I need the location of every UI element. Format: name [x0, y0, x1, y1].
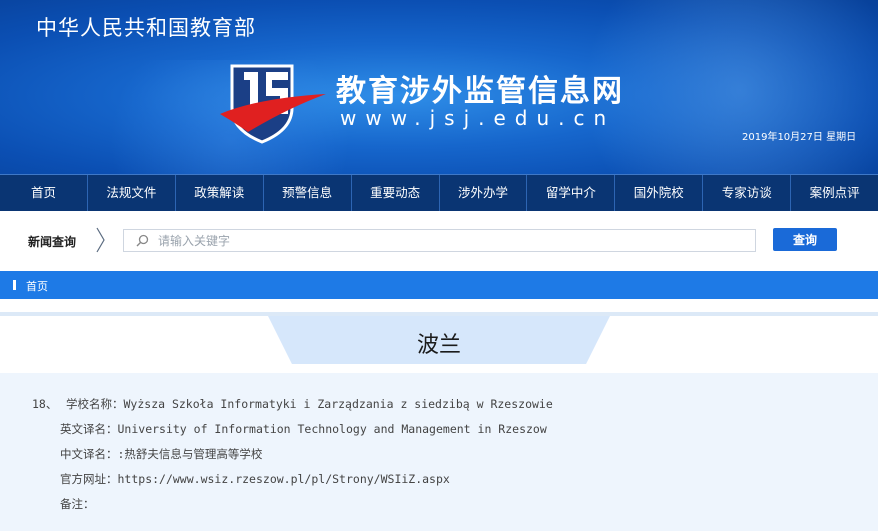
search-button[interactable]: 查询 [773, 228, 837, 251]
site-banner: 中华人民共和国教育部 教育涉外监管信息网 www.jsj.edu.cn 2019… [0, 0, 878, 174]
chinese-name: 中文译名：:热舒夫信息与管理高等学校 [60, 447, 263, 461]
nav-case-reviews[interactable]: 案例点评 [791, 175, 878, 211]
search-label: 新闻查询 [28, 235, 77, 249]
main-nav: 首页 法规文件 政策解读 预警信息 重要动态 涉外办学 留学中介 国外院校 专家… [0, 174, 878, 211]
site-title: 教育涉外监管信息网 [336, 74, 624, 109]
school-name: 学校名称：Wyższa Szkoła Informatyki i Zarządz… [66, 397, 553, 411]
nav-important-news[interactable]: 重要动态 [352, 175, 440, 211]
news-search-bar: 新闻查询 查询 [0, 211, 878, 269]
breadcrumb: 首页 [0, 271, 878, 299]
site-url: www.jsj.edu.cn [340, 106, 616, 130]
country-header: 波兰 [0, 312, 878, 364]
search-icon [136, 234, 149, 247]
search-input[interactable] [158, 230, 748, 251]
nav-foreign-institutions[interactable]: 国外院校 [615, 175, 704, 211]
breadcrumb-home-link[interactable]: 首页 [26, 278, 48, 294]
nav-home[interactable]: 首页 [0, 175, 88, 211]
nav-regulations[interactable]: 法规文件 [88, 175, 176, 211]
jsj-logo-icon [220, 64, 326, 144]
nav-expert-interviews[interactable]: 专家访谈 [703, 175, 792, 211]
breadcrumb-marker [13, 280, 16, 290]
country-name: 波兰 [416, 333, 461, 358]
ministry-name: 中华人民共和国教育部 [36, 16, 256, 40]
nav-alerts[interactable]: 预警信息 [264, 175, 352, 211]
english-name: 英文译名：University of Information Technolog… [60, 422, 547, 436]
nav-policy-interpretation[interactable]: 政策解读 [176, 175, 264, 211]
nav-study-abroad-agencies[interactable]: 留学中介 [527, 175, 616, 211]
official-website[interactable]: 官方网址：https://www.wsiz.rzeszow.pl/pl/Stro… [60, 471, 450, 487]
country-header-spacer [0, 316, 268, 364]
search-box [123, 229, 756, 252]
school-entry: 18、 学校名称：Wyższa Szkoła Informatyki i Zar… [0, 373, 878, 531]
chevron-right-icon [96, 227, 105, 253]
entry-number: 18、 [32, 397, 58, 411]
nav-foreign-schooling[interactable]: 涉外办学 [440, 175, 528, 211]
remark: 备注： [60, 497, 95, 511]
current-date: 2019年10月27日 星期日 [742, 132, 857, 143]
